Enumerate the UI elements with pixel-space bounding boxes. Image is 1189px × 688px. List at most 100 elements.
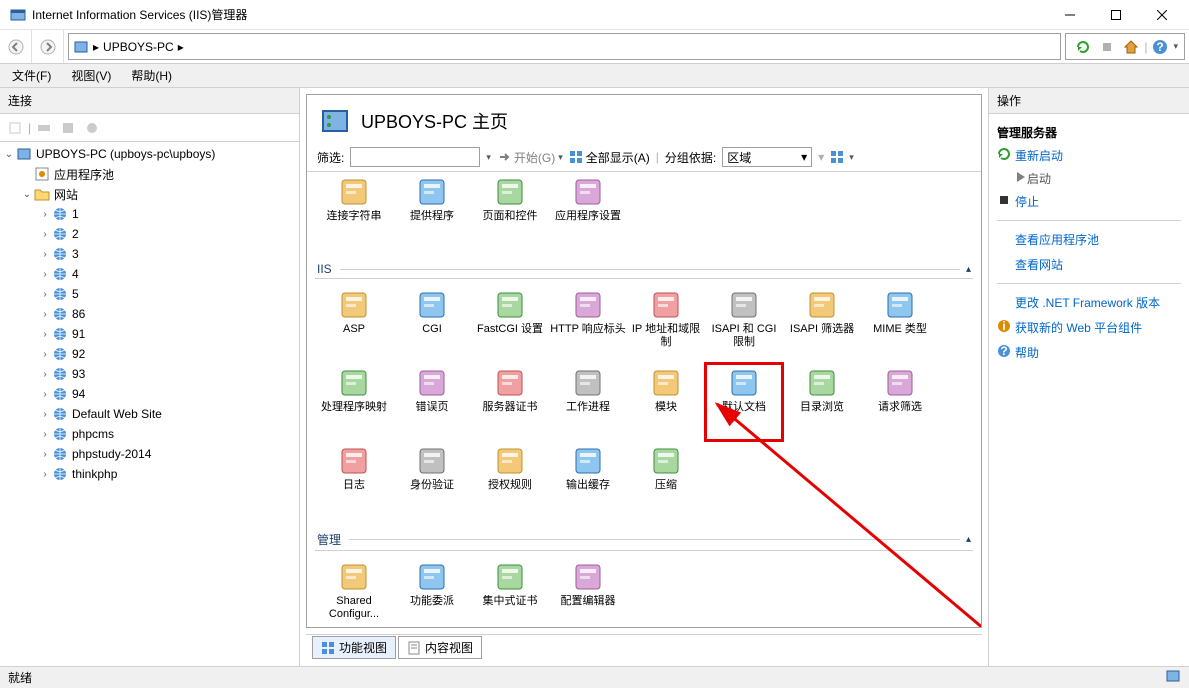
feature-item[interactable]: ASP <box>315 285 393 363</box>
feature-item[interactable]: 身份验证 <box>393 441 471 519</box>
menu-view[interactable]: 视图(V) <box>63 65 119 86</box>
tree-site-item[interactable]: ›Default Web Site <box>0 404 299 424</box>
back-button[interactable] <box>0 30 32 63</box>
feature-item[interactable]: 集中式证书 <box>471 557 549 627</box>
toggle-icon[interactable]: › <box>38 349 52 360</box>
tree-site-item[interactable]: ›92 <box>0 344 299 364</box>
feature-item[interactable]: MIME 类型 <box>861 285 939 363</box>
tree-site-item[interactable]: ›91 <box>0 324 299 344</box>
tab-features-view[interactable]: 功能视图 <box>312 636 396 659</box>
feature-item[interactable]: 页面和控件 <box>471 172 549 250</box>
feature-item[interactable]: HTTP 响应标头 <box>549 285 627 363</box>
toggle-icon[interactable]: › <box>38 289 52 300</box>
group-label-iis[interactable]: IIS ▴ <box>315 256 973 279</box>
feature-item[interactable]: 提供程序 <box>393 172 471 250</box>
toggle-icon[interactable]: › <box>38 389 52 400</box>
address-bar[interactable]: ▸ UPBOYS-PC ▸ <box>68 33 1061 60</box>
start-filter-button[interactable]: 开始(G) ▾ <box>497 149 563 166</box>
action-view-app-pools[interactable]: 查看应用程序池 <box>997 229 1181 250</box>
tree-site-item[interactable]: ›4 <box>0 264 299 284</box>
toggle-icon[interactable]: ⌄ <box>2 149 16 160</box>
show-all-button[interactable]: 全部显示(A) <box>569 149 650 166</box>
toggle-icon[interactable]: › <box>38 249 52 260</box>
feature-item[interactable]: CGI <box>393 285 471 363</box>
toggle-icon[interactable]: › <box>38 309 52 320</box>
forward-button[interactable] <box>32 30 64 63</box>
help-icon[interactable]: ? <box>1149 36 1171 58</box>
tree-site-item[interactable]: ›phpstudy-2014 <box>0 444 299 464</box>
tree-site-item[interactable]: ›94 <box>0 384 299 404</box>
breadcrumb[interactable]: ▸ UPBOYS-PC ▸ <box>73 39 184 55</box>
tree-site-item[interactable]: ›thinkphp <box>0 464 299 484</box>
feature-item[interactable]: ISAPI 筛选器 <box>783 285 861 363</box>
toggle-icon[interactable]: › <box>38 209 52 220</box>
feature-item[interactable]: FastCGI 设置 <box>471 285 549 363</box>
toggle-icon[interactable]: › <box>38 409 52 420</box>
tab-content-view[interactable]: 内容视图 <box>398 636 482 659</box>
view-mode-button[interactable]: ▾ <box>830 150 854 164</box>
action-stop[interactable]: 停止 <box>997 191 1181 212</box>
feature-item[interactable]: 工作进程 <box>549 363 627 441</box>
tree-site-item[interactable]: ›5 <box>0 284 299 304</box>
stop-nav-icon[interactable] <box>1096 36 1118 58</box>
feature-item[interactable]: 日志 <box>315 441 393 519</box>
tree-site-item[interactable]: ›1 <box>0 204 299 224</box>
feature-item[interactable]: 功能委派 <box>393 557 471 627</box>
feature-scroll[interactable]: 连接字符串提供程序页面和控件应用程序设置 IIS ▴ ASPCGIFastCGI… <box>307 172 981 627</box>
feature-item[interactable]: 请求筛选 <box>861 363 939 441</box>
refresh-icon[interactable] <box>1072 36 1094 58</box>
tree-app-pools[interactable]: 应用程序池 <box>0 164 299 184</box>
toggle-icon[interactable]: › <box>38 269 52 280</box>
feature-item[interactable]: 错误页 <box>393 363 471 441</box>
action-change-framework[interactable]: 更改 .NET Framework 版本 <box>997 292 1181 313</box>
tree-site-item[interactable]: ›93 <box>0 364 299 384</box>
maximize-button[interactable] <box>1093 0 1139 30</box>
tree-site-item[interactable]: ›2 <box>0 224 299 244</box>
toggle-icon[interactable]: › <box>38 229 52 240</box>
toggle-icon[interactable]: › <box>38 469 52 480</box>
conn-tool-3[interactable] <box>57 117 79 139</box>
toggle-icon[interactable]: › <box>38 369 52 380</box>
filter-dropdown[interactable]: ▾ <box>486 152 491 163</box>
feature-item[interactable]: 模块 <box>627 363 705 441</box>
menu-file[interactable]: 文件(F) <box>4 65 59 86</box>
toggle-icon[interactable]: › <box>38 329 52 340</box>
connections-tree[interactable]: ⌄ UPBOYS-PC (upboys-pc\upboys) 应用程序池 ⌄ 网… <box>0 142 299 666</box>
feature-item[interactable]: 目录浏览 <box>783 363 861 441</box>
feature-item[interactable]: 输出缓存 <box>549 441 627 519</box>
feature-item[interactable]: 处理程序映射 <box>315 363 393 441</box>
feature-item[interactable]: 服务器证书 <box>471 363 549 441</box>
tree-site-item[interactable]: ›phpcms <box>0 424 299 444</box>
tree-site-item[interactable]: ›3 <box>0 244 299 264</box>
feature-item[interactable]: ISAPI 和 CGI 限制 <box>705 285 783 363</box>
action-start[interactable]: 启动 <box>997 170 1181 187</box>
minimize-button[interactable] <box>1047 0 1093 30</box>
conn-tool-4[interactable] <box>81 117 103 139</box>
tree-sites[interactable]: ⌄ 网站 <box>0 184 299 204</box>
feature-item[interactable]: 压缩 <box>627 441 705 519</box>
status-config-icon[interactable] <box>1165 668 1181 687</box>
action-get-webpi[interactable]: i获取新的 Web 平台组件 <box>997 317 1181 338</box>
group-label-mgmt[interactable]: 管理 ▴ <box>315 525 973 551</box>
feature-item[interactable]: 授权规则 <box>471 441 549 519</box>
action-help[interactable]: ?帮助 <box>997 342 1181 363</box>
filter-input[interactable] <box>350 147 480 167</box>
toggle-icon[interactable]: ⌄ <box>20 189 34 200</box>
menu-help[interactable]: 帮助(H) <box>123 65 180 86</box>
toggle-icon[interactable]: › <box>38 429 52 440</box>
action-restart[interactable]: 重新启动 <box>997 145 1181 166</box>
home-icon[interactable] <box>1120 36 1142 58</box>
close-button[interactable] <box>1139 0 1185 30</box>
feature-item[interactable]: 默认文档 <box>705 363 783 441</box>
conn-tool-1[interactable] <box>4 117 26 139</box>
feature-item[interactable]: IP 地址和域限制 <box>627 285 705 363</box>
group-by-select[interactable]: 区域 ▾ <box>722 147 812 167</box>
conn-tool-2[interactable] <box>33 117 55 139</box>
tree-root[interactable]: ⌄ UPBOYS-PC (upboys-pc\upboys) <box>0 144 299 164</box>
action-view-sites[interactable]: 查看网站 <box>997 254 1181 275</box>
tree-site-item[interactable]: ›86 <box>0 304 299 324</box>
toggle-icon[interactable]: › <box>38 449 52 460</box>
feature-item[interactable]: 配置编辑器 <box>549 557 627 627</box>
feature-item[interactable]: 连接字符串 <box>315 172 393 250</box>
feature-item[interactable]: 应用程序设置 <box>549 172 627 250</box>
